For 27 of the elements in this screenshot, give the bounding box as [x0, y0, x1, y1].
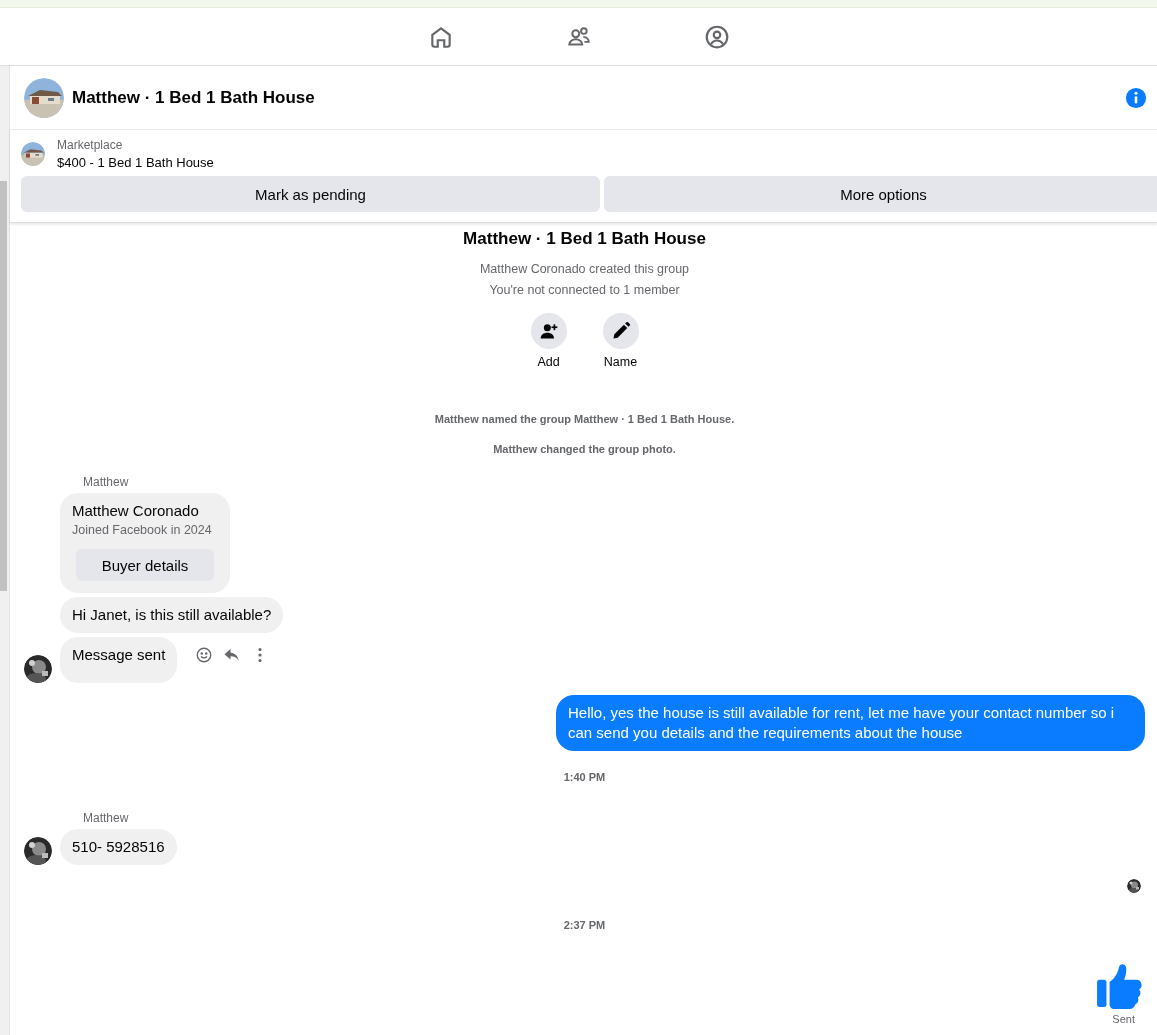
scrollbar-thumb[interactable] — [0, 181, 7, 591]
info-icon[interactable] — [1125, 86, 1147, 109]
message-bubble: Hello, yes the house is still available for rent, let me have your contact number so i can send you details and the requirements about the house — [556, 695, 1145, 751]
group-event-text: Matthew changed the group photo. — [492, 443, 677, 455]
listing-source: Marketplace — [57, 138, 124, 152]
message-bubble: Message sent — [60, 637, 178, 683]
emoji-icon[interactable] — [195, 646, 214, 664]
timestamp: 1:40 PM — [562, 771, 607, 783]
buyer-details-button[interactable]: Buyer details — [76, 549, 214, 581]
message-status: Sent — [1112, 1013, 1135, 1025]
pencil-icon — [610, 321, 631, 341]
profile-name: Matthew Coronado — [72, 501, 200, 521]
sender-name: Matthew — [83, 811, 130, 825]
listing-title: $400 - 1 Bed 1 Bath House — [57, 155, 214, 170]
listing-button[interactable]: More options — [604, 176, 1157, 212]
group-info-text: You're not connected to 1 member — [489, 282, 680, 299]
message-bubble: Hi Janet, is this still available? — [60, 597, 284, 633]
message-bubble: 510- 5928516 — [60, 829, 177, 865]
timestamp: 2:37 PM — [562, 919, 607, 931]
group-event-text: Matthew named the group Matthew · 1 Bed 1 Bath House. — [433, 413, 736, 425]
profile-detail: Joined Facebook in 2024 — [72, 523, 213, 537]
group-title: Matthew · 1 Bed 1 Bath House — [463, 229, 706, 249]
chat-title: Matthew · 1 Bed 1 Bath House — [72, 87, 316, 108]
add-person-icon — [538, 321, 559, 341]
group-info-text: Matthew Coronado created this group — [479, 261, 690, 278]
sender-name: Matthew — [83, 475, 130, 489]
listing-button[interactable]: Mark as pending — [21, 176, 600, 212]
